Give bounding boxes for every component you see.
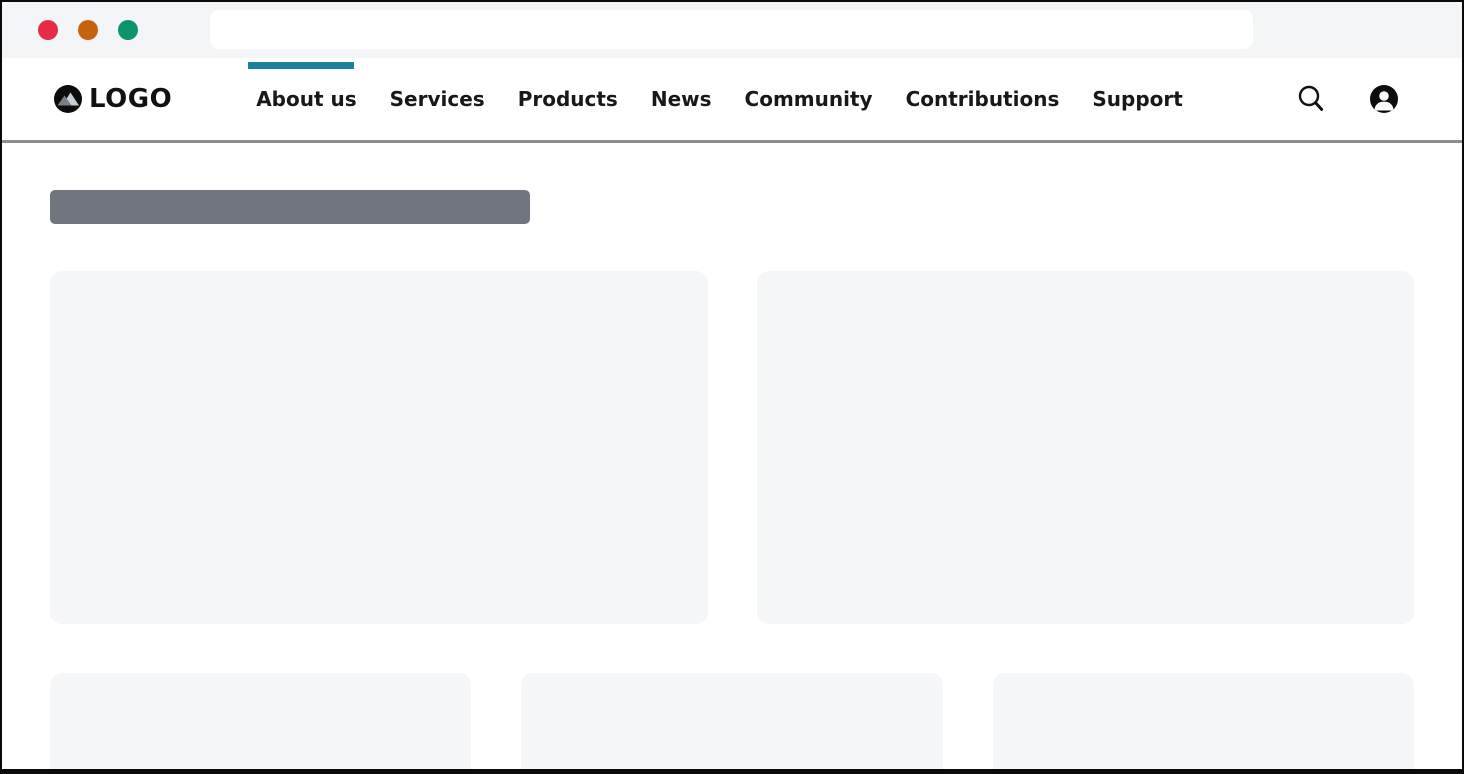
header-actions bbox=[1296, 83, 1398, 115]
nav-item-news[interactable]: News bbox=[651, 87, 712, 111]
account-icon[interactable] bbox=[1370, 85, 1398, 113]
card-placeholder bbox=[521, 673, 942, 774]
nav-item-contributions[interactable]: Contributions bbox=[906, 87, 1060, 111]
url-bar[interactable] bbox=[210, 10, 1253, 49]
browser-chrome bbox=[2, 2, 1462, 58]
card-placeholder bbox=[50, 271, 708, 624]
main-nav: About us Services Products News Communit… bbox=[256, 87, 1183, 111]
window-minimize-button[interactable] bbox=[78, 20, 98, 40]
window-zoom-button[interactable] bbox=[118, 20, 138, 40]
nav-item-products[interactable]: Products bbox=[518, 87, 618, 111]
window-controls bbox=[38, 2, 138, 58]
page-content bbox=[2, 190, 1462, 774]
window-close-button[interactable] bbox=[38, 20, 58, 40]
nav-item-community[interactable]: Community bbox=[745, 87, 873, 111]
nav-item-about-us[interactable]: About us bbox=[256, 87, 356, 111]
active-tab-indicator bbox=[248, 62, 354, 69]
search-icon[interactable] bbox=[1296, 83, 1326, 115]
site-header: LOGO About us Services Products News Com… bbox=[2, 58, 1462, 143]
browser-window: LOGO About us Services Products News Com… bbox=[0, 0, 1464, 774]
logo-mountain-icon bbox=[54, 85, 82, 113]
card-row-bottom bbox=[50, 673, 1414, 774]
page-title-placeholder bbox=[50, 190, 530, 224]
logo[interactable]: LOGO bbox=[54, 85, 172, 113]
logo-text: LOGO bbox=[89, 86, 172, 112]
card-placeholder bbox=[757, 271, 1415, 624]
nav-item-services[interactable]: Services bbox=[390, 87, 485, 111]
card-row-top bbox=[50, 271, 1414, 624]
card-placeholder bbox=[50, 673, 471, 774]
nav-item-support[interactable]: Support bbox=[1092, 87, 1182, 111]
card-placeholder bbox=[993, 673, 1414, 774]
